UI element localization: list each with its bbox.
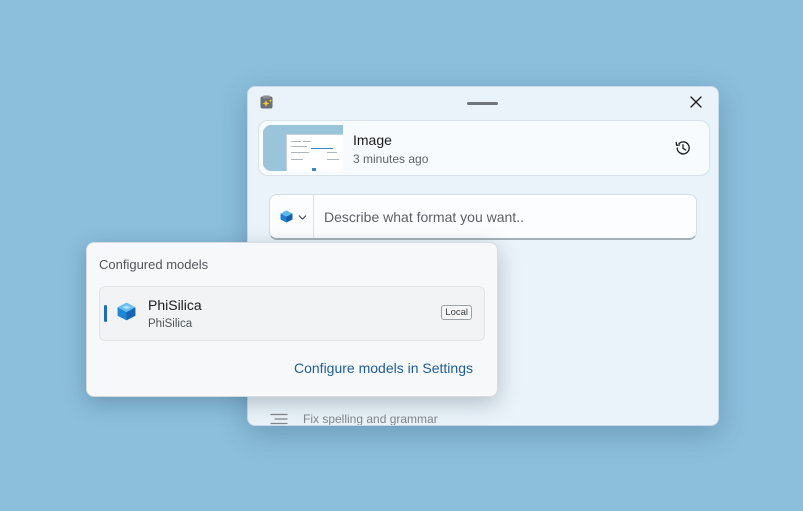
flyout-title: Configured models bbox=[99, 257, 209, 272]
image-thumbnail bbox=[263, 125, 343, 171]
configure-models-link[interactable]: Configure models in Settings bbox=[294, 360, 473, 376]
chevron-down-icon bbox=[298, 215, 307, 220]
action-item-fix-spelling[interactable]: Fix spelling and grammar bbox=[268, 411, 568, 426]
sparkle-clipboard-icon bbox=[260, 95, 273, 109]
clipboard-item-title: Image bbox=[353, 132, 392, 148]
drag-handle[interactable] bbox=[467, 102, 498, 105]
model-subtitle: PhiSilica bbox=[148, 318, 193, 330]
prompt-input[interactable] bbox=[324, 207, 684, 227]
action-label: Fix spelling and grammar bbox=[303, 412, 438, 426]
close-icon[interactable] bbox=[688, 94, 704, 110]
clipboard-item-card[interactable]: Image 3 minutes ago bbox=[258, 120, 710, 176]
model-cube-icon bbox=[117, 302, 136, 321]
model-cube-icon bbox=[280, 210, 293, 223]
lines-icon bbox=[270, 413, 288, 425]
model-name: PhiSilica bbox=[148, 297, 202, 313]
clipboard-item-time: 3 minutes ago bbox=[353, 152, 429, 166]
history-icon[interactable] bbox=[673, 138, 693, 158]
prompt-box bbox=[269, 194, 697, 240]
model-flyout: Configured models PhiSilica PhiSilica Lo… bbox=[86, 242, 498, 397]
selection-indicator bbox=[104, 305, 107, 322]
model-item-phisilica[interactable]: PhiSilica PhiSilica Local bbox=[99, 286, 485, 341]
local-badge: Local bbox=[441, 305, 472, 320]
model-picker-button[interactable] bbox=[270, 195, 314, 238]
